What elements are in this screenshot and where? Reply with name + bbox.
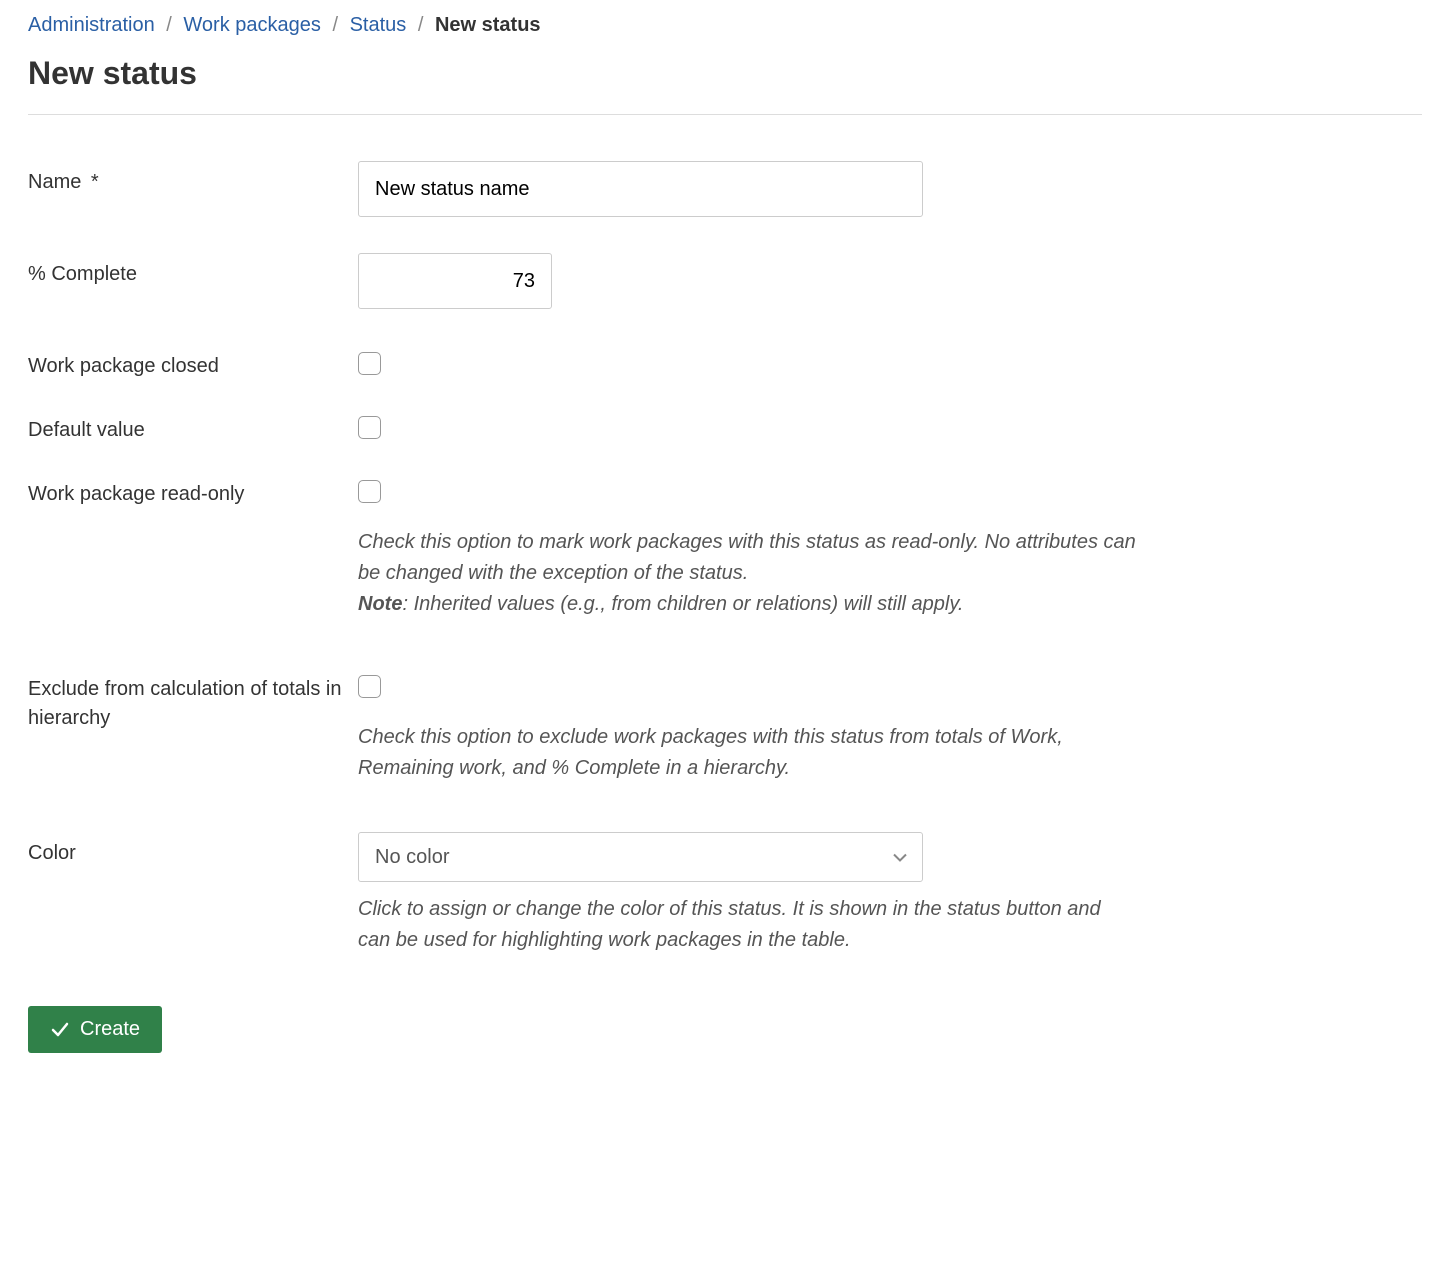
required-mark: *	[91, 171, 99, 193]
exclude-totals-checkbox[interactable]	[358, 675, 381, 698]
breadcrumb-sep: /	[418, 14, 424, 36]
exclude-totals-help: Check this option to exclude work packag…	[358, 722, 1138, 784]
create-button[interactable]: Create	[28, 1006, 162, 1053]
breadcrumb: Administration / Work packages / Status …	[28, 14, 1422, 37]
form-row-wp-closed: Work package closed	[28, 345, 1422, 381]
default-value-checkbox[interactable]	[358, 416, 381, 439]
color-label: Color	[28, 832, 358, 868]
wp-readonly-checkbox[interactable]	[358, 480, 381, 503]
form-row-wp-readonly: Work package read-only Check this option…	[28, 473, 1422, 620]
form-row-color: Color No color Click to assign or change…	[28, 832, 1422, 956]
name-label: Name *	[28, 161, 358, 197]
name-input[interactable]	[358, 161, 923, 217]
form-row-exclude-totals: Exclude from calculation of totals in hi…	[28, 668, 1422, 784]
breadcrumb-status[interactable]: Status	[350, 14, 407, 36]
wp-closed-checkbox[interactable]	[358, 352, 381, 375]
exclude-totals-label: Exclude from calculation of totals in hi…	[28, 668, 358, 733]
breadcrumb-sep: /	[166, 14, 172, 36]
wp-closed-label: Work package closed	[28, 345, 358, 381]
default-value-label: Default value	[28, 409, 358, 445]
form-row-percent-complete: % Complete	[28, 253, 1422, 309]
wp-readonly-help: Check this option to mark work packages …	[358, 527, 1138, 620]
wp-readonly-help-note-label: Note	[358, 593, 402, 615]
percent-complete-input[interactable]	[358, 253, 552, 309]
check-icon	[50, 1020, 70, 1040]
color-select-value: No color	[375, 846, 449, 869]
form-row-default-value: Default value	[28, 409, 1422, 445]
breadcrumb-sep: /	[332, 14, 338, 36]
wp-readonly-help-note-text: : Inherited values (e.g., from children …	[402, 593, 963, 615]
create-button-label: Create	[80, 1018, 140, 1041]
color-select[interactable]: No color	[358, 832, 923, 882]
divider	[28, 114, 1422, 115]
breadcrumb-current: New status	[435, 14, 541, 36]
form-row-name: Name *	[28, 161, 1422, 217]
percent-complete-label: % Complete	[28, 253, 358, 289]
color-help: Click to assign or change the color of t…	[358, 894, 1138, 956]
page-title: New status	[28, 55, 1422, 92]
breadcrumb-administration[interactable]: Administration	[28, 14, 155, 36]
breadcrumb-work-packages[interactable]: Work packages	[183, 14, 320, 36]
wp-readonly-label: Work package read-only	[28, 473, 358, 509]
